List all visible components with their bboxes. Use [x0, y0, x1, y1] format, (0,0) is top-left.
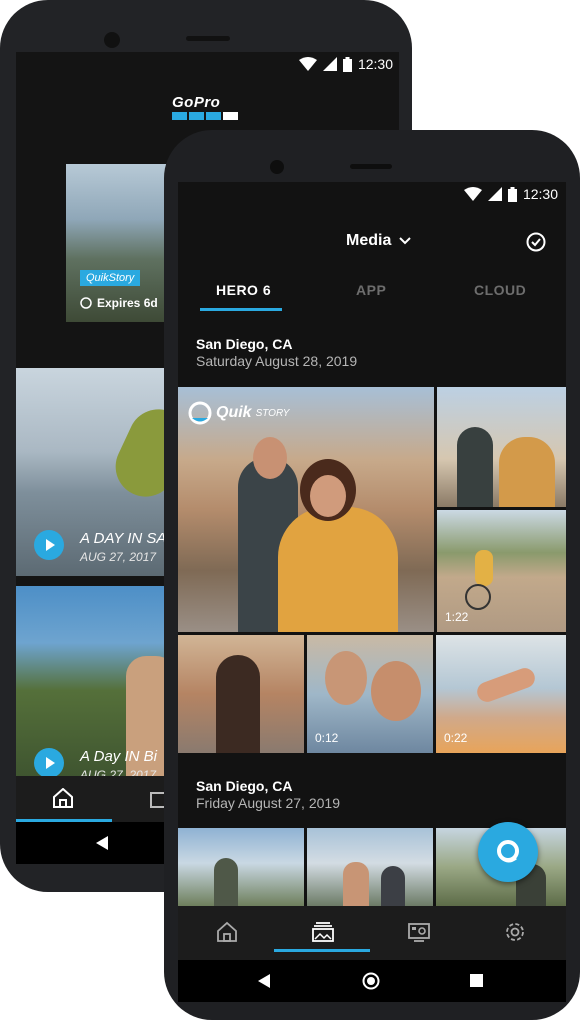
- home-icon[interactable]: [52, 787, 74, 813]
- media-thumb-selfie[interactable]: 0:12: [307, 635, 433, 753]
- select-check-icon[interactable]: [526, 232, 546, 257]
- active-tab-indicator: [200, 308, 282, 311]
- section-date-2: Friday August 27, 2019: [196, 795, 340, 811]
- person-figure: [381, 866, 405, 906]
- wifi-icon: [298, 57, 317, 71]
- play-button-2[interactable]: [34, 748, 64, 776]
- media-dropdown[interactable]: Media: [346, 232, 412, 250]
- video-card-2[interactable]: A Day IN Bi AUG 27, 2017: [16, 586, 176, 776]
- media-icon[interactable]: [312, 921, 334, 948]
- speaker-grill: [350, 164, 392, 169]
- quik-brand: Quik: [216, 404, 252, 421]
- front-phone-frame: 12:30 Media HERO 6 APP CLOUD San Diego, …: [164, 130, 580, 1020]
- section-location-1: San Diego, CA: [196, 336, 293, 352]
- media-thumb-hands[interactable]: 0:22: [436, 635, 566, 753]
- quikstory-photo[interactable]: Quik STORY: [178, 387, 434, 632]
- woman-face: [310, 475, 346, 517]
- video-duration-3: 0:22: [444, 731, 468, 745]
- recents-nav-icon[interactable]: [470, 974, 483, 992]
- quik-story-badge: Quik STORY: [188, 401, 289, 425]
- quikstory-badge: QuikStory: [80, 270, 141, 286]
- video-card-1[interactable]: A DAY IN SA AUG 27, 2017: [16, 368, 176, 576]
- man-figure: [457, 427, 493, 507]
- camera-icon[interactable]: [408, 921, 430, 948]
- media-thumb-bikes[interactable]: 1:22: [437, 510, 566, 632]
- cell-signal-icon: [322, 57, 337, 71]
- woman-face: [371, 661, 421, 721]
- media-thumb-couple[interactable]: [437, 387, 566, 507]
- settings-gear-icon[interactable]: [504, 921, 526, 948]
- front-screen: 12:30 Media HERO 6 APP CLOUD San Diego, …: [178, 182, 566, 1002]
- media-thumb-street[interactable]: [178, 635, 304, 753]
- status-bar: 12:30: [298, 56, 393, 72]
- video-duration-1: 1:22: [445, 610, 469, 624]
- media-thumb-coast-1[interactable]: [178, 828, 304, 906]
- cell-signal-icon: [487, 187, 502, 201]
- speaker-grill: [186, 36, 230, 41]
- video-date-1: AUG 27, 2017: [80, 550, 157, 564]
- person-figure: [214, 858, 238, 906]
- media-thumb-coast-2[interactable]: [307, 828, 433, 906]
- back-nav-icon[interactable]: [96, 836, 108, 855]
- back-nav-icon[interactable]: [258, 974, 270, 993]
- video-date-2: AUG 27, 2017: [80, 768, 157, 776]
- media-tab-indicator: [274, 949, 370, 952]
- section-location-2: San Diego, CA: [196, 778, 293, 794]
- tab-hero6[interactable]: HERO 6: [216, 282, 271, 298]
- battery-icon: [507, 186, 517, 202]
- person-figure: [343, 862, 369, 906]
- quik-fab-button[interactable]: [478, 822, 538, 882]
- tab-app[interactable]: APP: [356, 282, 386, 298]
- bottom-nav: [178, 906, 566, 960]
- gopro-logo: GoPro: [172, 94, 238, 120]
- bike-wheel: [465, 584, 491, 610]
- home-icon[interactable]: [216, 921, 238, 948]
- cyclist-figure: [475, 550, 493, 586]
- front-camera: [104, 32, 120, 48]
- quik-logo-icon: [494, 838, 522, 866]
- status-time: 12:30: [357, 56, 393, 72]
- expires-label: Expires 6d: [97, 296, 158, 310]
- battery-icon: [342, 56, 352, 72]
- page-title: Media: [346, 232, 392, 249]
- woman-figure: [278, 507, 398, 632]
- woman-figure: [499, 437, 555, 507]
- gopro-logo-text: GoPro: [172, 94, 221, 111]
- system-nav-bar: [178, 960, 566, 1002]
- timer-icon: [80, 297, 92, 309]
- wifi-icon: [463, 187, 482, 201]
- hands-figure: [474, 665, 538, 705]
- video-title-2: A Day IN Bi: [80, 748, 157, 765]
- quikstory-card[interactable]: QuikStory Expires 6d: [66, 164, 166, 322]
- story-label: STORY: [255, 407, 290, 419]
- status-bar: 12:30: [463, 186, 558, 202]
- video-duration-2: 0:12: [315, 731, 339, 745]
- chevron-down-icon: [399, 237, 412, 245]
- quik-logo-icon: [188, 401, 212, 425]
- home-nav-icon[interactable]: [362, 972, 380, 995]
- status-time: 12:30: [522, 186, 558, 202]
- man-face: [253, 437, 287, 479]
- woman-figure: [216, 655, 260, 753]
- video-title-1: A DAY IN SA: [80, 530, 167, 547]
- section-date-1: Saturday August 28, 2019: [196, 353, 358, 369]
- tab-cloud[interactable]: CLOUD: [474, 282, 526, 298]
- front-camera: [270, 160, 284, 174]
- play-button-1[interactable]: [34, 530, 64, 560]
- man-face: [325, 651, 367, 705]
